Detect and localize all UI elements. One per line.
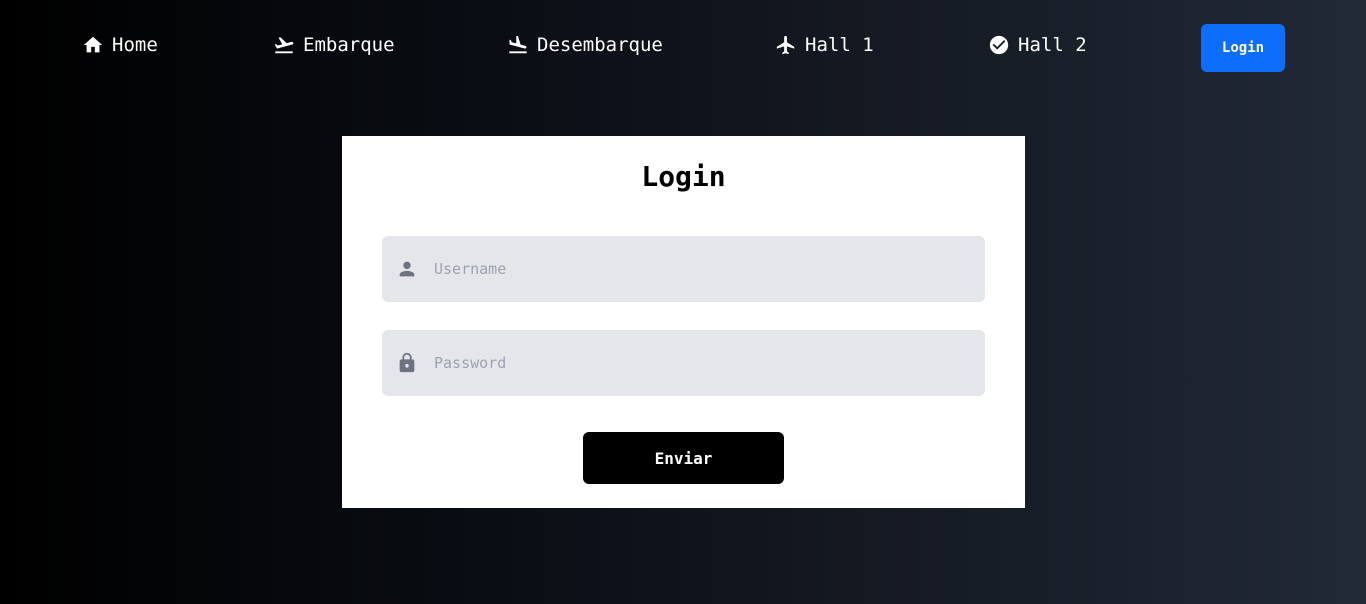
login-title: Login [641, 160, 726, 193]
login-card: Login Enviar [342, 136, 1025, 508]
submit-button[interactable]: Enviar [583, 432, 784, 484]
user-icon [399, 261, 415, 277]
nav-login-button[interactable]: Login [1201, 24, 1285, 72]
lock-icon [399, 352, 415, 373]
airplane-icon [776, 35, 795, 55]
nav-desembarque-link[interactable]: Desembarque [507, 32, 663, 58]
nav-desembarque-label: Desembarque [537, 34, 663, 56]
nav-hall2-link[interactable]: Hall 2 [988, 32, 1087, 58]
password-input[interactable] [434, 330, 974, 396]
nav-home-label: Home [112, 34, 158, 56]
nav-hall2-label: Hall 2 [1018, 34, 1087, 56]
nav-hall1-label: Hall 1 [805, 34, 874, 56]
nav-hall1-link[interactable]: Hall 1 [775, 32, 874, 58]
top-navbar: Home Embarque Desembarque Hall 1 Hall 2 … [0, 0, 1366, 96]
check-circle-icon [989, 35, 1009, 55]
username-input[interactable] [434, 236, 974, 302]
nav-embarque-label: Embarque [303, 34, 395, 56]
username-field-wrapper [382, 236, 985, 302]
nav-home-link[interactable]: Home [82, 32, 158, 58]
password-field-wrapper [382, 330, 985, 396]
home-icon [83, 36, 103, 53]
flight-land-icon [509, 35, 527, 54]
flight-takeoff-icon [274, 37, 294, 54]
nav-embarque-link[interactable]: Embarque [273, 32, 395, 58]
